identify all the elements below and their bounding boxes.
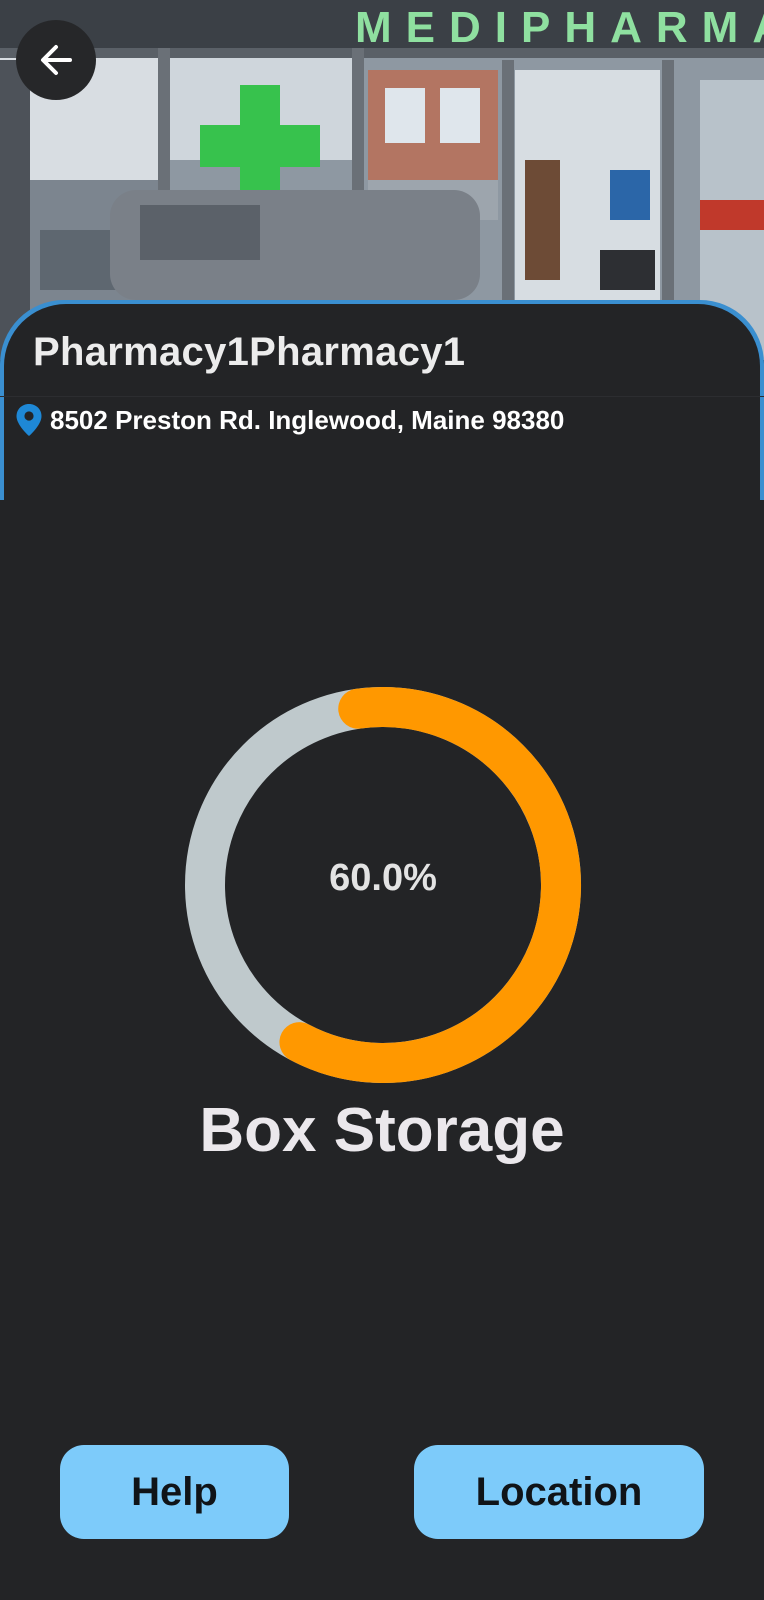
gauge-label: Box Storage (199, 1096, 565, 1165)
storefront-sign: MEDIPHARMACY (355, 3, 764, 52)
divider (0, 396, 764, 397)
location-pin-icon (16, 404, 42, 436)
back-button[interactable] (16, 20, 96, 100)
help-button[interactable]: Help (60, 1445, 289, 1539)
arrow-left-icon (41, 45, 72, 75)
gauge-percentage: 60.0% (329, 857, 437, 899)
location-button[interactable]: Location (414, 1445, 704, 1539)
pharmacy-name: Pharmacy1Pharmacy1 (33, 330, 466, 374)
address-row: 8502 Preston Rd. Inglewood, Maine 98380 (14, 400, 564, 440)
pharmacy-address: 8502 Preston Rd. Inglewood, Maine 98380 (50, 404, 565, 435)
pharmacy-detail-screen: MEDIPHARMACY (0, 0, 764, 1600)
